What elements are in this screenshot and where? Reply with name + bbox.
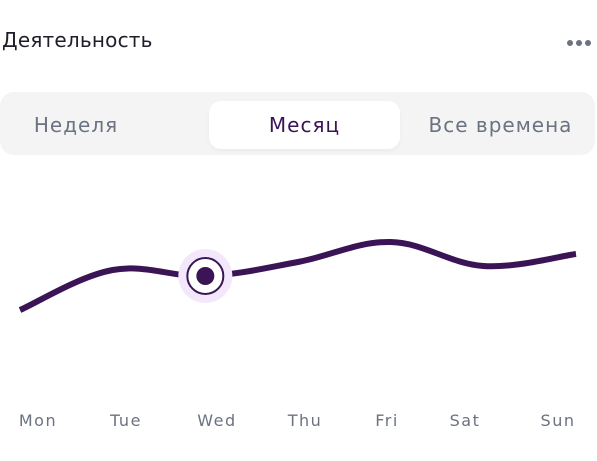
tab-month[interactable]: Месяц bbox=[209, 101, 400, 149]
x-tick-label-tue: Tue bbox=[109, 411, 142, 430]
activity-line-chart: Mon Tue Wed Thu Fri Sat Sun bbox=[17, 238, 579, 430]
x-tick-label-fri: Fri bbox=[375, 411, 399, 430]
x-tick-label-mon: Mon bbox=[19, 411, 57, 430]
data-point-wed[interactable] bbox=[178, 249, 233, 303]
more-options-button[interactable] bbox=[562, 32, 596, 54]
highlight-dot bbox=[196, 267, 215, 285]
data-point-fri[interactable] bbox=[388, 239, 394, 245]
activity-series-line bbox=[18, 238, 577, 313]
x-tick-label-thu: Thu bbox=[287, 411, 323, 430]
tab-all-time[interactable]: Все времена bbox=[404, 101, 597, 149]
tab-week[interactable]: Неделя bbox=[0, 101, 152, 149]
period-segmented-control: Неделя Месяц Все времена bbox=[0, 92, 595, 155]
more-horizontal-icon bbox=[567, 40, 573, 46]
more-horizontal-icon-dot bbox=[585, 40, 591, 46]
page-title: Деятельность bbox=[2, 28, 153, 52]
data-point-mon[interactable] bbox=[17, 307, 23, 313]
data-point-thu[interactable] bbox=[295, 259, 301, 265]
more-horizontal-icon-dot bbox=[576, 40, 582, 46]
data-point-sat[interactable] bbox=[480, 263, 486, 269]
x-tick-label-wed: Wed bbox=[197, 411, 236, 430]
data-point-sun[interactable] bbox=[573, 251, 579, 257]
activity-chart: Mon Tue Wed Thu Fri Sat Sun bbox=[0, 170, 597, 461]
x-tick-label-sat: Sat bbox=[450, 411, 481, 430]
x-tick-label-sun: Sun bbox=[541, 411, 576, 430]
data-point-tue[interactable] bbox=[110, 267, 116, 273]
